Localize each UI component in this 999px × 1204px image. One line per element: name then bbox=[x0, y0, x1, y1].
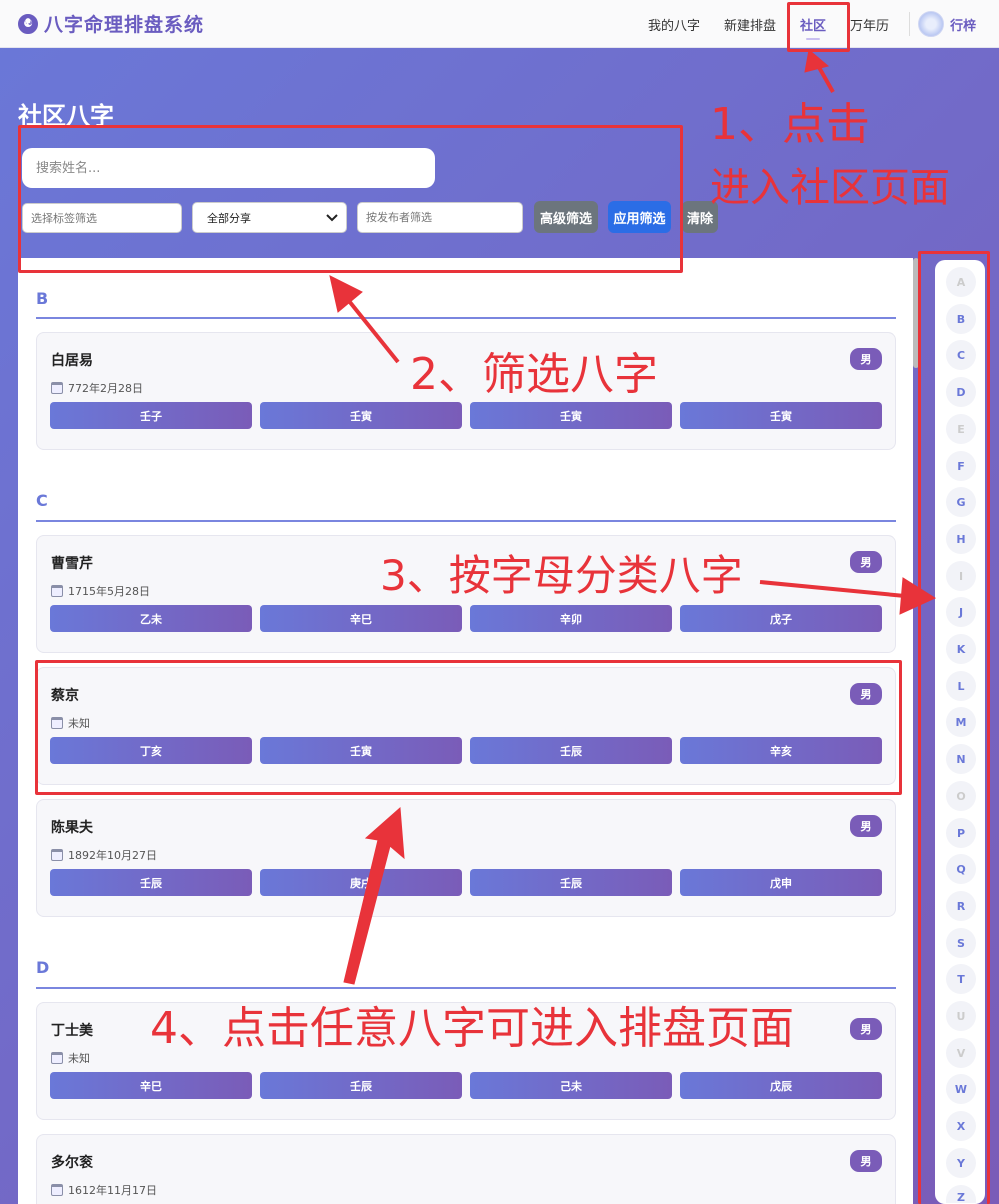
section-letter: B bbox=[36, 289, 49, 308]
arrow-1-head bbox=[804, 49, 830, 73]
bazi-card[interactable]: 多尔衮 男 1612年11月17日 bbox=[36, 1134, 896, 1204]
avatar bbox=[918, 11, 945, 37]
birthdate-text: 1892年10月27日 bbox=[68, 849, 157, 862]
section-letter: C bbox=[36, 491, 48, 510]
birthdate-text: 1612年11月17日 bbox=[68, 1184, 157, 1197]
section-divider bbox=[36, 317, 896, 319]
annotation-step3: 3、按字母分类八字 bbox=[380, 551, 743, 600]
card-birthdate: 772年2月28日 bbox=[51, 380, 143, 396]
card-birthdate: 1715年5月28日 bbox=[51, 583, 150, 599]
nav-new-chart[interactable]: 新建排盘 bbox=[712, 0, 788, 48]
pillar-year: 辛巳 bbox=[50, 1072, 252, 1099]
pillar-day: 辛卯 bbox=[470, 605, 672, 632]
card-birthdate: 1612年11月17日 bbox=[51, 1182, 157, 1198]
gender-badge: 男 bbox=[850, 551, 882, 573]
card-birthdate: 1892年10月27日 bbox=[51, 847, 157, 863]
user-name: 行梓 bbox=[950, 18, 977, 34]
bazi-card[interactable]: 陈果夫 男 1892年10月27日 壬辰 庚戌 壬辰 戊申 bbox=[36, 799, 896, 917]
section-divider bbox=[36, 520, 896, 522]
user-menu[interactable]: 行梓 bbox=[918, 11, 976, 37]
birthdate-text: 772年2月28日 bbox=[68, 382, 143, 395]
pillar-day: 己未 bbox=[470, 1072, 672, 1099]
birthdate-text: 1715年5月28日 bbox=[68, 585, 150, 598]
pillar-hour: 壬寅 bbox=[680, 402, 882, 429]
pillar-month: 庚戌 bbox=[260, 869, 462, 896]
card-name: 多尔衮 bbox=[51, 1155, 93, 1171]
annotation-box-alphabet bbox=[918, 251, 990, 1204]
pillars: 辛巳 壬辰 己未 戊辰 bbox=[50, 1072, 882, 1099]
nav-my-bazi[interactable]: 我的八字 bbox=[636, 0, 712, 48]
pillar-hour: 戊申 bbox=[680, 869, 882, 896]
pillar-year: 壬辰 bbox=[50, 869, 252, 896]
pillar-year: 壬子 bbox=[50, 402, 252, 429]
annotation-step1-line1: 1、点击 bbox=[710, 99, 870, 150]
calendar-icon bbox=[51, 849, 63, 861]
birthdate-text: 未知 bbox=[68, 1052, 90, 1065]
card-name: 丁士美 bbox=[51, 1023, 93, 1039]
pillar-hour: 戊子 bbox=[680, 605, 882, 632]
pillar-day: 壬寅 bbox=[470, 402, 672, 429]
section-divider bbox=[36, 987, 896, 989]
gender-badge: 男 bbox=[850, 348, 882, 370]
nav-divider bbox=[909, 12, 911, 36]
brand-title: 八字命理排盘系统 bbox=[44, 14, 205, 36]
gender-badge: 男 bbox=[850, 1018, 882, 1040]
pillar-month: 辛巳 bbox=[260, 605, 462, 632]
annotation-box-filters bbox=[18, 125, 683, 273]
calendar-icon bbox=[51, 1052, 63, 1064]
pillar-day: 壬辰 bbox=[470, 869, 672, 896]
pillar-hour: 戊辰 bbox=[680, 1072, 882, 1099]
pillar-month: 壬辰 bbox=[260, 1072, 462, 1099]
pillars: 乙未 辛巳 辛卯 戊子 bbox=[50, 605, 882, 632]
card-name: 白居易 bbox=[51, 353, 93, 369]
pillar-month: 壬寅 bbox=[260, 402, 462, 429]
annotation-box-community bbox=[787, 2, 850, 52]
yin-yang-icon: ☯ bbox=[18, 13, 38, 34]
pillar-year: 乙未 bbox=[50, 605, 252, 632]
card-name: 陈果夫 bbox=[51, 820, 93, 836]
annotation-step4: 4、点击任意八字可进入排盘页面 bbox=[150, 1003, 794, 1054]
section-letter: D bbox=[36, 958, 50, 977]
annotation-step2: 2、筛选八字 bbox=[410, 349, 658, 400]
gender-badge: 男 bbox=[850, 815, 882, 837]
gender-badge: 男 bbox=[850, 1150, 882, 1172]
pillars: 壬辰 庚戌 壬辰 戊申 bbox=[50, 869, 882, 896]
calendar-icon bbox=[51, 382, 63, 394]
annotation-box-card bbox=[35, 660, 902, 795]
card-birthdate: 未知 bbox=[51, 1050, 90, 1066]
brand[interactable]: ☯ 八字命理排盘系统 bbox=[18, 10, 204, 37]
annotation-step1-line2: 进入社区页面 bbox=[710, 165, 950, 211]
calendar-icon bbox=[51, 1184, 63, 1196]
card-name: 曹雪芹 bbox=[51, 556, 93, 572]
pillars: 壬子 壬寅 壬寅 壬寅 bbox=[50, 402, 882, 429]
calendar-icon bbox=[51, 585, 63, 597]
